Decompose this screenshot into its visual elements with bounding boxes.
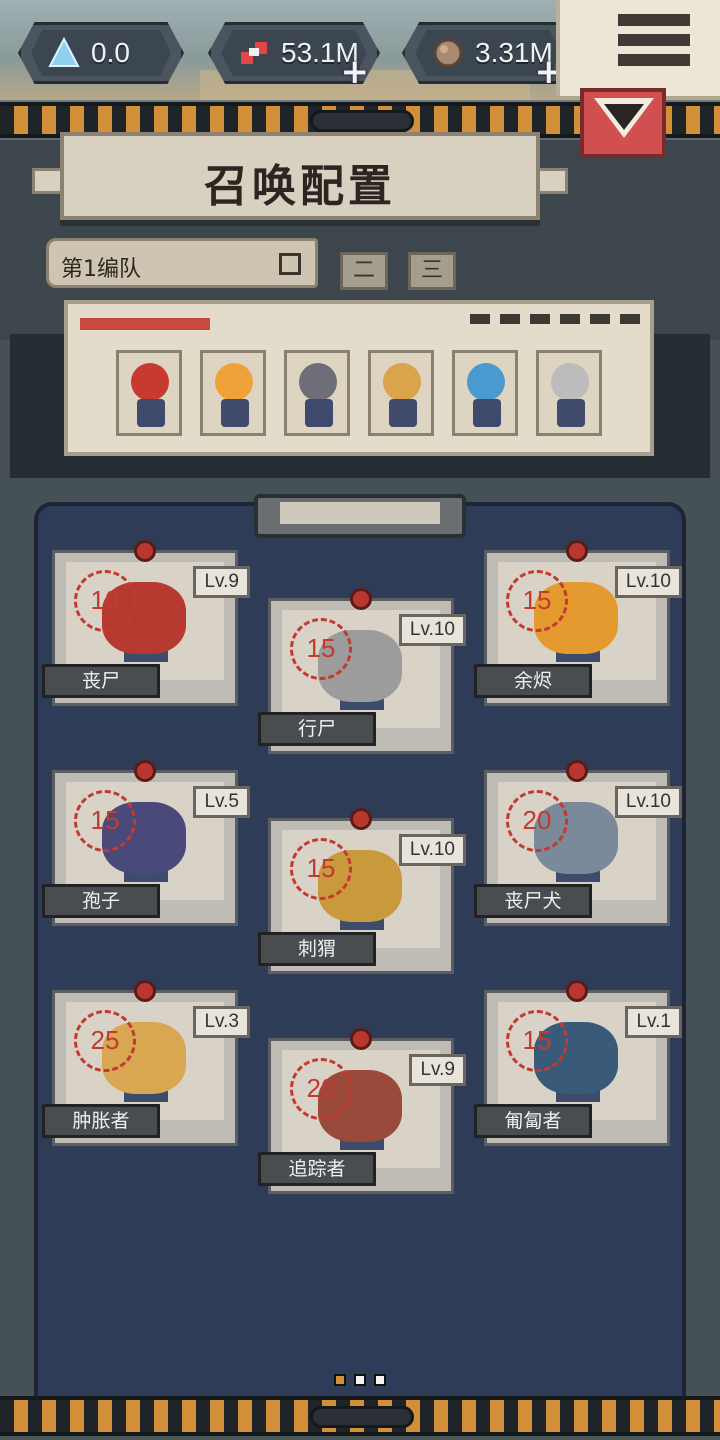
unit-name: 孢子: [42, 884, 160, 918]
hamburger-icon: [618, 14, 690, 74]
unit-level: Lv.10: [398, 614, 466, 646]
summon-card[interactable]: 15 Lv.10 刺猬: [258, 808, 466, 974]
team-label: 第1编队: [61, 257, 141, 282]
unit-level: Lv.5: [193, 786, 250, 818]
gene-icon: [241, 42, 267, 64]
unit-name: 刺猬: [258, 932, 376, 966]
unit-name: 丧尸: [42, 664, 160, 698]
pin-icon: [350, 1028, 372, 1050]
unit-name: 追踪者: [258, 1152, 376, 1186]
page-title: 召唤配置: [204, 161, 396, 212]
unit-name: 余烬: [474, 664, 592, 698]
unit-level: Lv.1: [625, 1006, 682, 1038]
summon-cost: 15: [506, 1010, 568, 1072]
pin-icon: [134, 540, 156, 562]
summon-cost: 15: [506, 570, 568, 632]
menu-button[interactable]: [556, 0, 720, 96]
summon-cost: 15: [290, 838, 352, 900]
unit-level: Lv.9: [409, 1054, 466, 1086]
ore-icon: [433, 38, 463, 68]
team-tab-1[interactable]: 第1编队: [46, 238, 318, 288]
unit-level: Lv.10: [614, 786, 682, 818]
unit-name: 丧尸犬: [474, 884, 592, 918]
formation-slot[interactable]: [368, 350, 434, 436]
summon-cost: 20: [506, 790, 568, 852]
summon-cost: 20: [290, 1058, 352, 1120]
formation-slot[interactable]: [284, 350, 350, 436]
page-dot-active[interactable]: [334, 1374, 346, 1386]
formation-slot[interactable]: [536, 350, 602, 436]
resource-ore[interactable]: 3.31M +: [402, 22, 574, 84]
unit-name: 匍匐者: [474, 1104, 592, 1138]
page-dot[interactable]: [354, 1374, 366, 1386]
formation-dashes: [470, 314, 640, 324]
collapse-button[interactable]: [580, 88, 666, 158]
summon-card[interactable]: 15 Lv.10 余烬: [474, 540, 682, 706]
pin-icon: [134, 760, 156, 782]
unit-name: 行尸: [258, 712, 376, 746]
panel-bottom-edge: [0, 1396, 720, 1436]
crystal-icon: [48, 36, 80, 67]
summon-card[interactable]: 25 Lv.3 肿胀者: [42, 980, 250, 1146]
pin-icon: [350, 808, 372, 830]
unit-name: 肿胀者: [42, 1104, 160, 1138]
summon-card[interactable]: 15 Lv.5 孢子: [42, 760, 250, 926]
page-dot[interactable]: [374, 1374, 386, 1386]
team-tab-2[interactable]: 二: [340, 252, 388, 290]
summon-card[interactable]: 20 Lv.10 丧尸犬: [474, 760, 682, 926]
resource-crystal[interactable]: 0.0: [18, 22, 184, 84]
formation-slot[interactable]: [116, 350, 182, 436]
unit-level: Lv.10: [614, 566, 682, 598]
title-banner: 召唤配置: [60, 132, 540, 220]
board-clip: [254, 494, 466, 538]
pin-icon: [566, 980, 588, 1002]
formation-mark: [80, 318, 210, 330]
resource-gene[interactable]: 53.1M +: [208, 22, 380, 84]
summon-cost: 10: [74, 570, 136, 632]
crystal-amount: 0.0: [91, 37, 130, 68]
unit-level: Lv.10: [398, 834, 466, 866]
team-tab-3[interactable]: 三: [408, 252, 456, 290]
summon-cost: 15: [290, 618, 352, 680]
pin-icon: [350, 588, 372, 610]
pin-icon: [566, 760, 588, 782]
formation-slot[interactable]: [452, 350, 518, 436]
summon-cost: 25: [74, 1010, 136, 1072]
summon-card[interactable]: 20 Lv.9 追踪者: [258, 1028, 466, 1194]
formation-slot[interactable]: [200, 350, 266, 436]
summon-card[interactable]: 15 Lv.1 匍匐者: [474, 980, 682, 1146]
chevron-down-icon: [594, 98, 654, 138]
pin-icon: [566, 540, 588, 562]
pin-icon: [134, 980, 156, 1002]
formation-bar: [64, 300, 654, 456]
summon-cost: 15: [74, 790, 136, 852]
edit-icon[interactable]: [279, 253, 301, 275]
summon-card[interactable]: 10 Lv.9 丧尸: [42, 540, 250, 706]
unit-level: Lv.9: [193, 566, 250, 598]
summon-card[interactable]: 15 Lv.10 行尸: [258, 588, 466, 754]
unit-level: Lv.3: [193, 1006, 250, 1038]
